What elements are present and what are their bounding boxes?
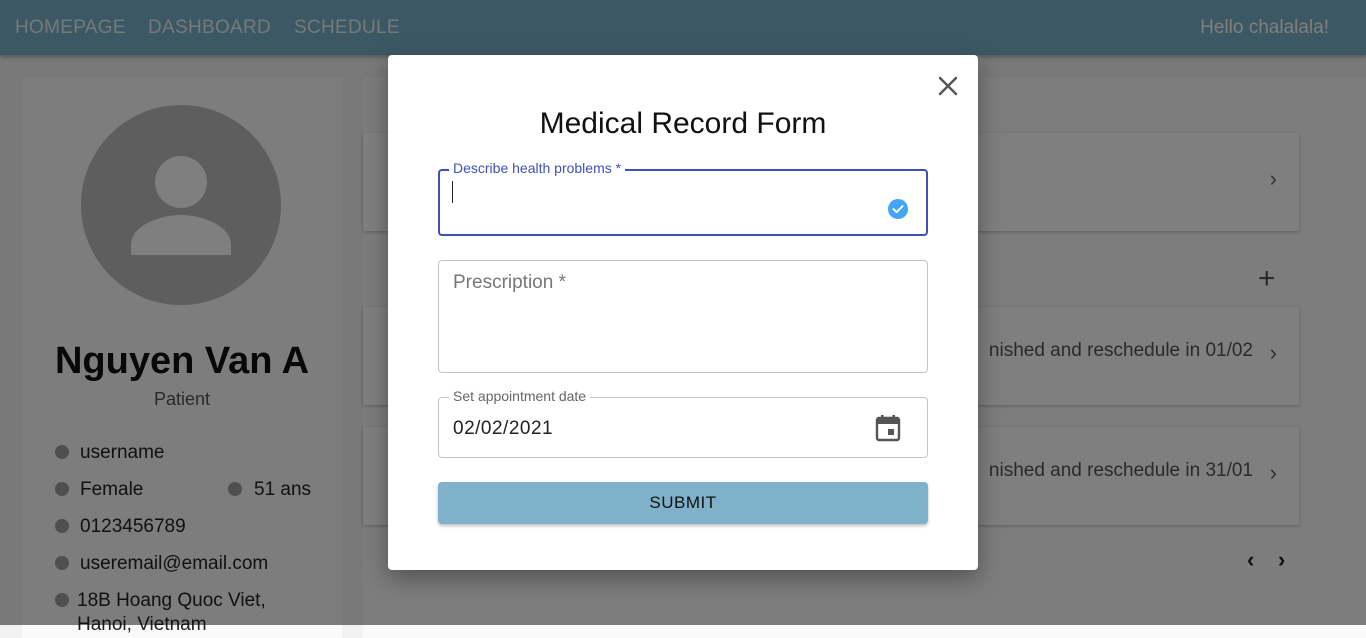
appointment-date-field[interactable]: Set appointment date 02/02/2021 [438,388,928,458]
calendar-icon[interactable] [875,414,901,442]
close-icon[interactable] [933,71,963,101]
health-problems-field[interactable]: Describe health problems * [438,160,928,236]
dialog-title: Medical Record Form [539,107,827,140]
appointment-date-label: Set appointment date [449,388,591,404]
text-caret [452,181,453,203]
health-problems-label: Describe health problems * [449,160,626,176]
prescription-field[interactable]: Prescription * [438,260,928,373]
check-circle-icon [888,199,908,219]
submit-button[interactable]: SUBMIT [438,482,928,524]
appointment-date-value: 02/02/2021 [453,418,554,439]
prescription-label: Prescription * [453,272,566,293]
medical-record-dialog: Medical Record Form Describe health prob… [388,55,978,570]
